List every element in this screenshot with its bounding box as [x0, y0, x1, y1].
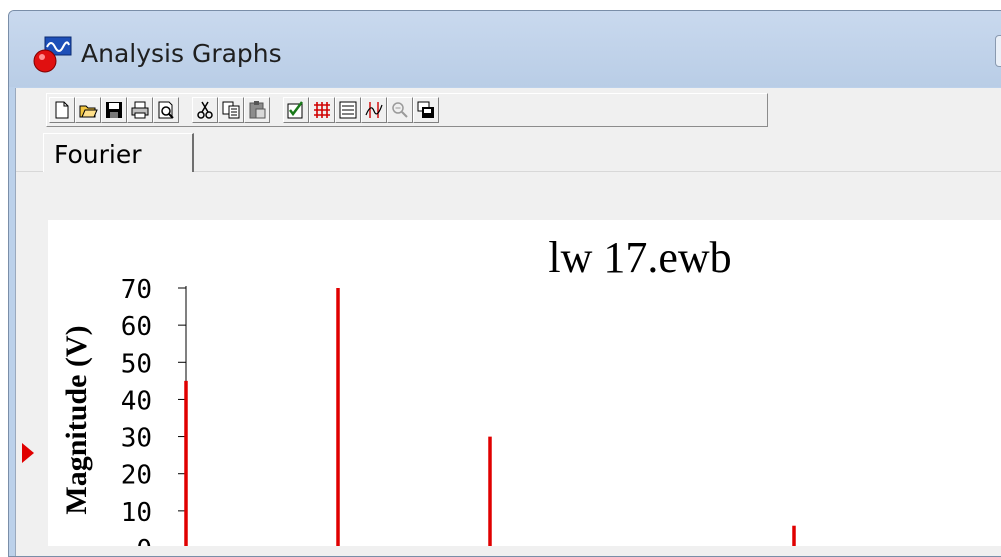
y-tick-label: 0: [136, 535, 152, 546]
fourier-chart: lw 17.ewb Magnitude (V) 0 10 20 30 40 50 60 70: [60, 233, 796, 546]
y-tick-label: 10: [121, 498, 152, 528]
y-tick-label: 20: [121, 461, 152, 491]
y-axis-label: Magnitude (V): [60, 325, 93, 514]
y-tick-label: 70: [121, 275, 152, 305]
y-tick-label: 60: [121, 312, 152, 342]
chart-title: lw 17.ewb: [548, 233, 731, 282]
y-tick-label: 40: [121, 386, 152, 416]
y-tick-label: 50: [121, 349, 152, 379]
y-tick-label: 30: [121, 424, 152, 454]
